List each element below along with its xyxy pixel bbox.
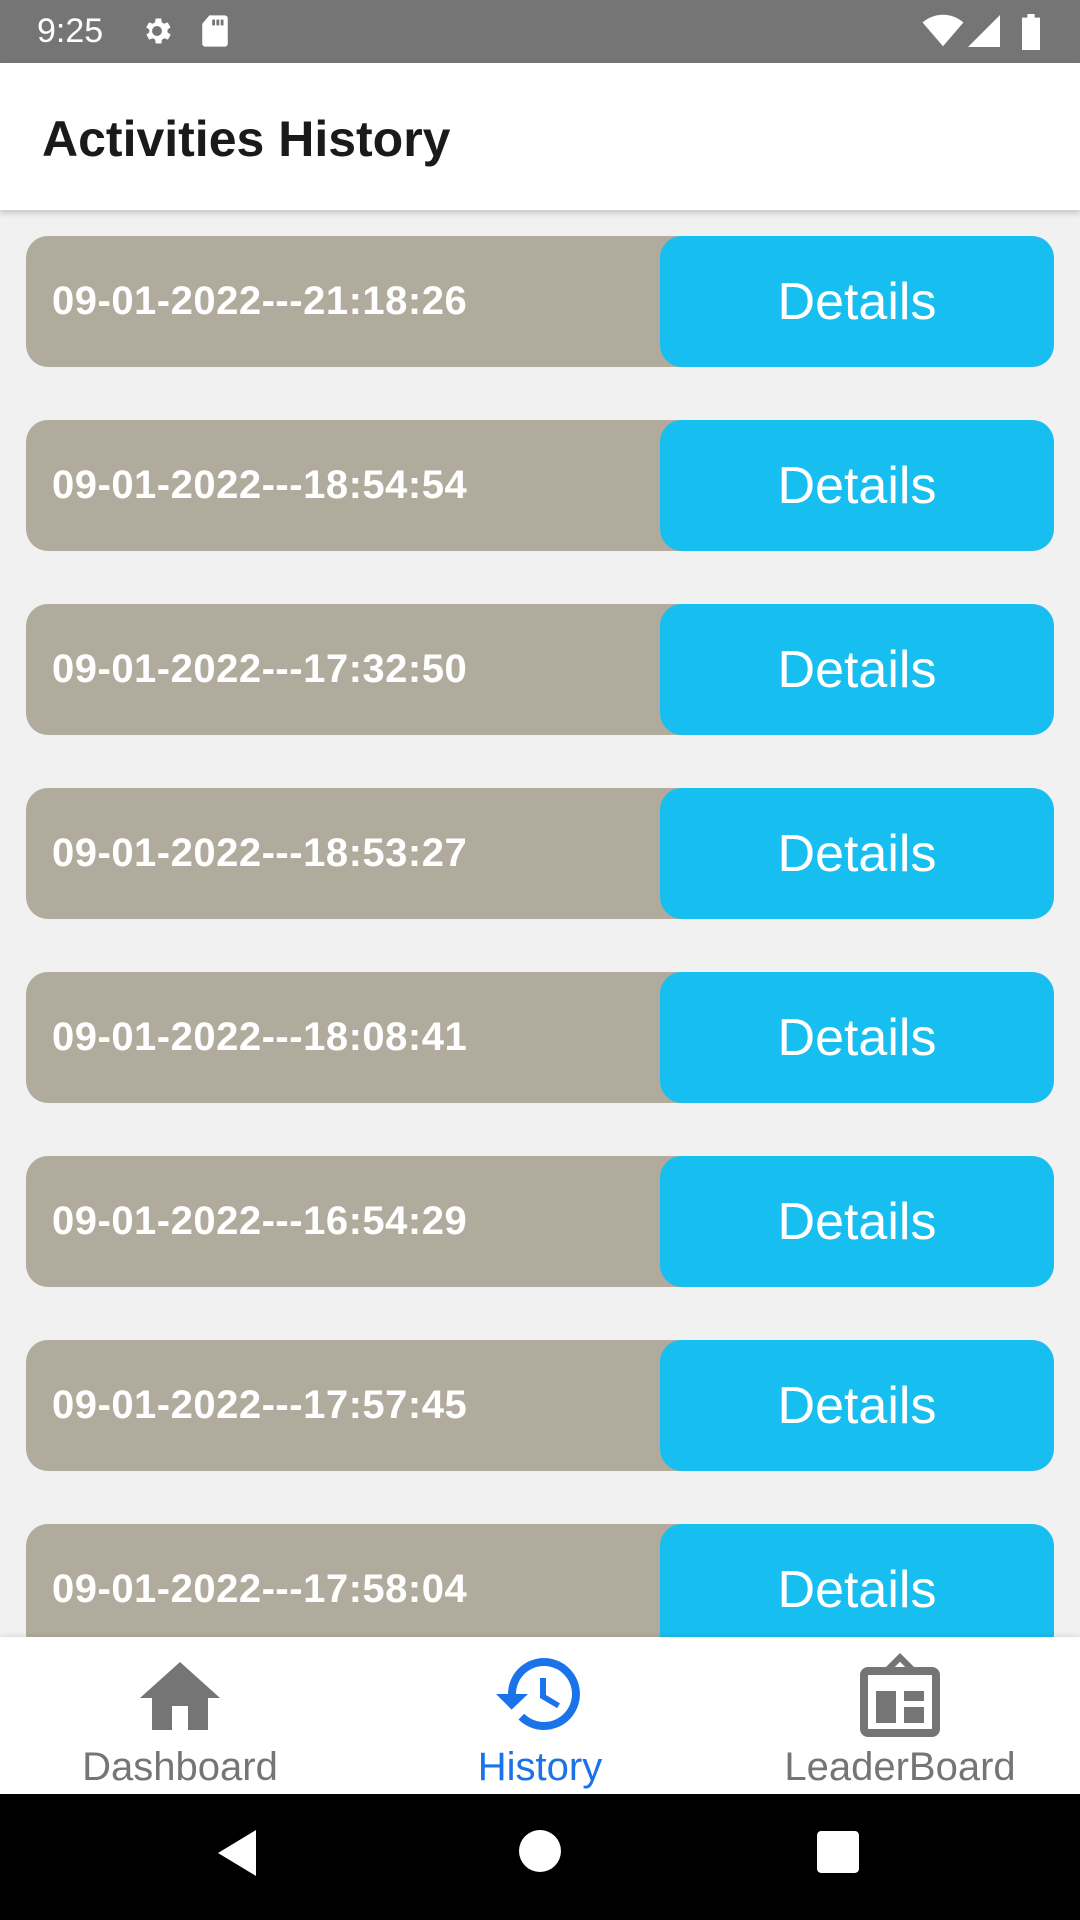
history-date: 09-01-2022---18:53:27 (52, 831, 468, 875)
history-date: 09-01-2022---18:54:54 (52, 463, 468, 507)
page-title: Activities History (42, 111, 451, 167)
status-bar: 9:25 (0, 0, 1080, 63)
back-icon[interactable] (216, 1828, 260, 1883)
history-date: 09-01-2022---18:08:41 (52, 1015, 468, 1059)
nav-item-leaderboard[interactable]: LeaderBoard (720, 1637, 1080, 1794)
nav-label-history: History (477, 1745, 603, 1789)
leaderboard-icon (852, 1649, 948, 1750)
nav-label-leaderboard: LeaderBoard (784, 1745, 1016, 1789)
details-button[interactable]: Details (660, 1340, 1054, 1471)
bottom-navigation: Dashboard History LeaderBoard (0, 1637, 1080, 1794)
history-list-content: 09-01-2022---21:18:26 Details 09-01-2022… (26, 236, 1054, 1637)
history-date: 09-01-2022---21:18:26 (52, 279, 468, 323)
battery-icon (1020, 14, 1042, 55)
history-date: 09-01-2022---16:54:29 (52, 1199, 468, 1243)
nav-item-history[interactable]: History (360, 1637, 720, 1794)
history-row: 09-01-2022---16:54:29 Details (26, 1156, 1054, 1287)
sd-card-icon (200, 14, 230, 53)
history-row: 09-01-2022---21:18:26 Details (26, 236, 1054, 367)
history-date: 09-01-2022---17:58:04 (52, 1567, 468, 1611)
nav-label-dashboard: Dashboard (82, 1745, 278, 1789)
signal-icon (968, 14, 1000, 53)
history-icon (492, 1649, 588, 1744)
history-row: 09-01-2022---17:58:04 Details (26, 1524, 1054, 1637)
details-button[interactable]: Details (660, 1156, 1054, 1287)
details-button[interactable]: Details (660, 604, 1054, 735)
details-button[interactable]: Details (660, 236, 1054, 367)
history-row: 09-01-2022---17:32:50 Details (26, 604, 1054, 735)
history-date: 09-01-2022---17:57:45 (52, 1383, 468, 1427)
details-button[interactable]: Details (660, 420, 1054, 551)
home-circle-icon[interactable] (519, 1830, 561, 1877)
app-bar: Activities History (0, 63, 1080, 210)
history-date: 09-01-2022---17:32:50 (52, 647, 468, 691)
history-list[interactable]: 09-01-2022---21:18:26 Details 09-01-2022… (0, 210, 1080, 1637)
gear-icon (140, 14, 174, 53)
history-row: 09-01-2022---18:53:27 Details (26, 788, 1054, 919)
details-button[interactable]: Details (660, 788, 1054, 919)
system-navigation-bar (0, 1794, 1080, 1920)
history-row: 09-01-2022---18:54:54 Details (26, 420, 1054, 551)
details-button[interactable]: Details (660, 1524, 1054, 1637)
history-row: 09-01-2022---17:57:45 Details (26, 1340, 1054, 1471)
details-button[interactable]: Details (660, 972, 1054, 1103)
history-row: 09-01-2022---18:08:41 Details (26, 972, 1054, 1103)
recents-square-icon[interactable] (817, 1831, 859, 1878)
status-time: 9:25 (37, 12, 104, 50)
wifi-icon (922, 14, 964, 53)
home-icon (132, 1649, 228, 1744)
nav-item-dashboard[interactable]: Dashboard (0, 1637, 360, 1794)
